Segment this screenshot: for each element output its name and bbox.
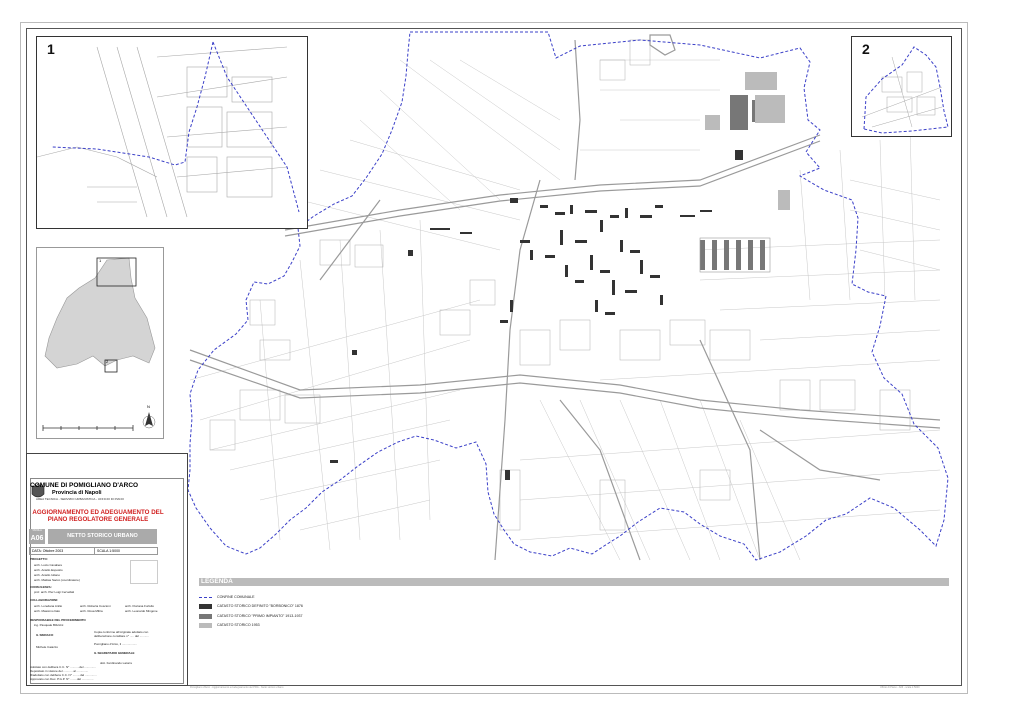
legend-item-1913: CATASTO STORICO "PRIMO IMPIANTO" 1913-19… — [199, 613, 303, 619]
sindaco-name: Michele Caiazzo — [36, 645, 59, 649]
pomigliano-date: Pomigliano d'Arco, li .................. — [94, 642, 137, 646]
resp-label: RESPONSABILE DEL PROCEDIMENTO — [30, 618, 86, 622]
north-label: N — [147, 404, 150, 409]
sheet-code-label: TAVOLA — [32, 529, 42, 532]
progetto-name: arch. Aniello Iuliano — [34, 573, 61, 577]
approval-line: Approvato con Dec. P.G.P. N° ........del… — [30, 677, 94, 681]
progetto-label: PROGETTO: — [30, 557, 48, 561]
map-sheet: 1 2 1 2 N COMUNE DI POMIGLIANO D'ARCO Pr… — [0, 0, 1024, 709]
north-arrow-icon — [142, 412, 156, 429]
key-box-1-label: 1 — [99, 258, 102, 263]
collab-name: arch. Floriana Furlullo — [125, 604, 155, 608]
legend-label: CATASTO STORICO "PRIMO IMPIANTO" 1913-19… — [217, 614, 303, 618]
project-title: AGGIORNAMENTO ED ADEGUAMENTO DEL PIANO R… — [32, 509, 164, 523]
progetto-name: arch. Lucio Cavaliere — [34, 563, 63, 567]
municipality-name: COMUNE DI POMIGLIANO D'ARCO — [30, 482, 139, 489]
legend-label: CATASTO STORICO DEFINITO "BORBONICO" 187… — [217, 604, 303, 608]
scale-bar — [42, 425, 134, 431]
legend-item-1953: CATASTO STORICO 1953 — [199, 622, 260, 628]
logo-box — [130, 560, 158, 584]
consulenza-label: CONSULENZA: — [30, 585, 52, 589]
legend-title: LEGENDA — [199, 578, 949, 586]
inset-2-boundary — [863, 46, 949, 134]
sindaco-label: IL SINDACO — [36, 633, 54, 637]
segretario-label: IL SEGRETARIO GENERALE — [94, 651, 135, 655]
municipality-silhouette — [44, 257, 156, 369]
key-map: 1 2 N — [36, 247, 164, 439]
inset-map-2: 2 — [851, 36, 952, 137]
copia-conforme: Copia conforme all'originale adottato co… — [94, 630, 149, 638]
legend-label: CATASTO STORICO 1953 — [217, 623, 260, 627]
inset-1-number: 1 — [47, 41, 55, 57]
inset-2-number: 2 — [862, 41, 870, 57]
province-name: Provincia di Napoli — [52, 490, 102, 496]
inset-1-drawing — [37, 41, 300, 218]
segretario-name: dott. Ferdinando Latorre — [100, 661, 133, 665]
historic-centre-1876 — [330, 150, 743, 480]
collab-name: arch. Loredana Anilio — [34, 604, 63, 608]
sheet-scale: SCALA 1:5000 — [94, 547, 158, 555]
progetto-name: arch. Aniello Esposito — [34, 568, 63, 572]
footer-right: Ufficio di Piano - A06 - scala 1:5000 — [880, 686, 920, 689]
key-map-drawing — [42, 257, 156, 431]
key-box-2-label: 2 — [106, 359, 109, 364]
footer-left: Pomigliano d'Arco - Aggiornamento ed ade… — [190, 686, 284, 689]
swatch-1876 — [199, 603, 212, 609]
sheet-date: DATA: Ottobre 2003 — [29, 547, 95, 555]
collab-name: arch. Roberta Coscioni — [80, 604, 111, 608]
resp-name: ing. Pasquale Bifulcini — [34, 623, 64, 627]
collab-label: COLLABORAZIONI: — [30, 598, 59, 602]
progetto-name: arch. Mattias Sacco (coordinatore) — [34, 578, 80, 582]
sheet-subject: NETTO STORICO URBANO — [48, 529, 157, 544]
legend-item-boundary: CONFINE COMUNALE — [199, 594, 255, 600]
inset-1-boundary — [51, 41, 300, 213]
legend-item-1876: CATASTO STORICO DEFINITO "BORBONICO" 187… — [199, 603, 303, 609]
boundary-swatch — [199, 596, 212, 598]
collab-name: arch. Rosa Miltra — [80, 609, 103, 613]
office-name: AREA TECNICA - SERVIZIO URBANISTICA - UF… — [36, 497, 124, 501]
consulenza-name: prof. arch. Pier Luigi Cervellati — [34, 590, 75, 594]
block-outlines — [209, 39, 911, 531]
legend-label: CONFINE COMUNALE — [217, 595, 255, 599]
inset-map-1: 1 — [36, 36, 308, 229]
swatch-1953 — [199, 622, 212, 628]
swatch-1913 — [199, 613, 212, 619]
collab-name: arch. Leonardo Mingone — [125, 609, 158, 613]
collab-name: arch. Massimo Italo — [34, 609, 61, 613]
